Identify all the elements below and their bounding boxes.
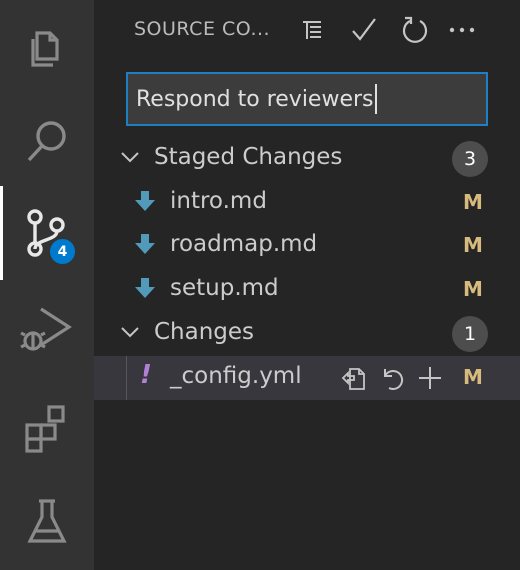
open-file-button[interactable] [338,362,370,394]
view-as-tree-icon [303,21,321,39]
refresh-icon [402,16,428,43]
extensions-icon [25,405,65,453]
changed-file-row[interactable]: ! _config.yml M [94,356,520,400]
source-control-button[interactable] [0,186,94,280]
file-name: roadmap.md [170,231,318,257]
more-actions-button[interactable] [446,14,478,46]
commit-message-text: Respond to reviewers [136,86,374,112]
commit-check-icon [352,18,376,41]
modified-status: M [463,365,483,389]
staged-file-row[interactable]: roadmap.md M [94,224,520,268]
refresh-button[interactable] [399,14,431,46]
file-name: _config.yml [170,363,302,389]
plus-icon [419,367,441,389]
changes-group[interactable]: Changes 1 [94,312,520,356]
staged-changes-label: Staged Changes [154,144,343,170]
testing-button[interactable] [0,476,94,570]
tree-indent-guide [126,356,127,400]
activity-bar: 4 [0,0,94,570]
scm-badge: 4 [48,237,77,266]
modified-status: M [463,190,483,214]
chevron-down-icon [121,327,139,338]
staged-file-row[interactable]: setup.md M [94,268,520,312]
testing-icon [27,499,67,543]
chevron-down-icon [121,152,139,163]
markdown-file-icon [135,278,155,298]
extensions-button[interactable] [0,380,94,474]
staged-file-row[interactable]: intro.md M [94,181,520,225]
markdown-file-icon [135,234,155,254]
sidebar-header: SOURCE CO... [94,0,520,60]
commit-message-input[interactable]: Respond to reviewers [126,72,488,126]
more-actions-icon [449,27,475,33]
view-as-tree-button[interactable] [296,14,328,46]
text-caret [374,84,377,114]
source-control-sidebar: SOURCE CO... Respond to reviewers Staged… [94,0,520,570]
markdown-file-icon [135,191,155,211]
staged-count-badge: 3 [452,141,488,177]
file-name: setup.md [170,275,279,301]
changes-label: Changes [154,319,255,345]
open-file-icon [341,368,365,390]
run-debug-button[interactable] [0,282,94,376]
commit-button[interactable] [348,14,380,46]
run-debug-icon [20,307,72,351]
discard-changes-button[interactable] [376,362,408,394]
sidebar-title: SOURCE CO... [134,18,271,40]
explorer-button[interactable] [0,0,94,94]
changes-count-badge: 1 [452,316,488,352]
search-icon [27,121,66,162]
modified-status: M [463,277,483,301]
active-indicator [0,186,3,280]
yaml-file-icon: ! [140,360,152,390]
modified-status: M [463,233,483,257]
search-button[interactable] [0,94,94,188]
stage-changes-button[interactable] [414,362,446,394]
discard-icon [384,369,404,390]
file-name: intro.md [170,188,267,214]
explorer-icon [31,31,59,67]
staged-changes-group[interactable]: Staged Changes 3 [94,137,520,181]
